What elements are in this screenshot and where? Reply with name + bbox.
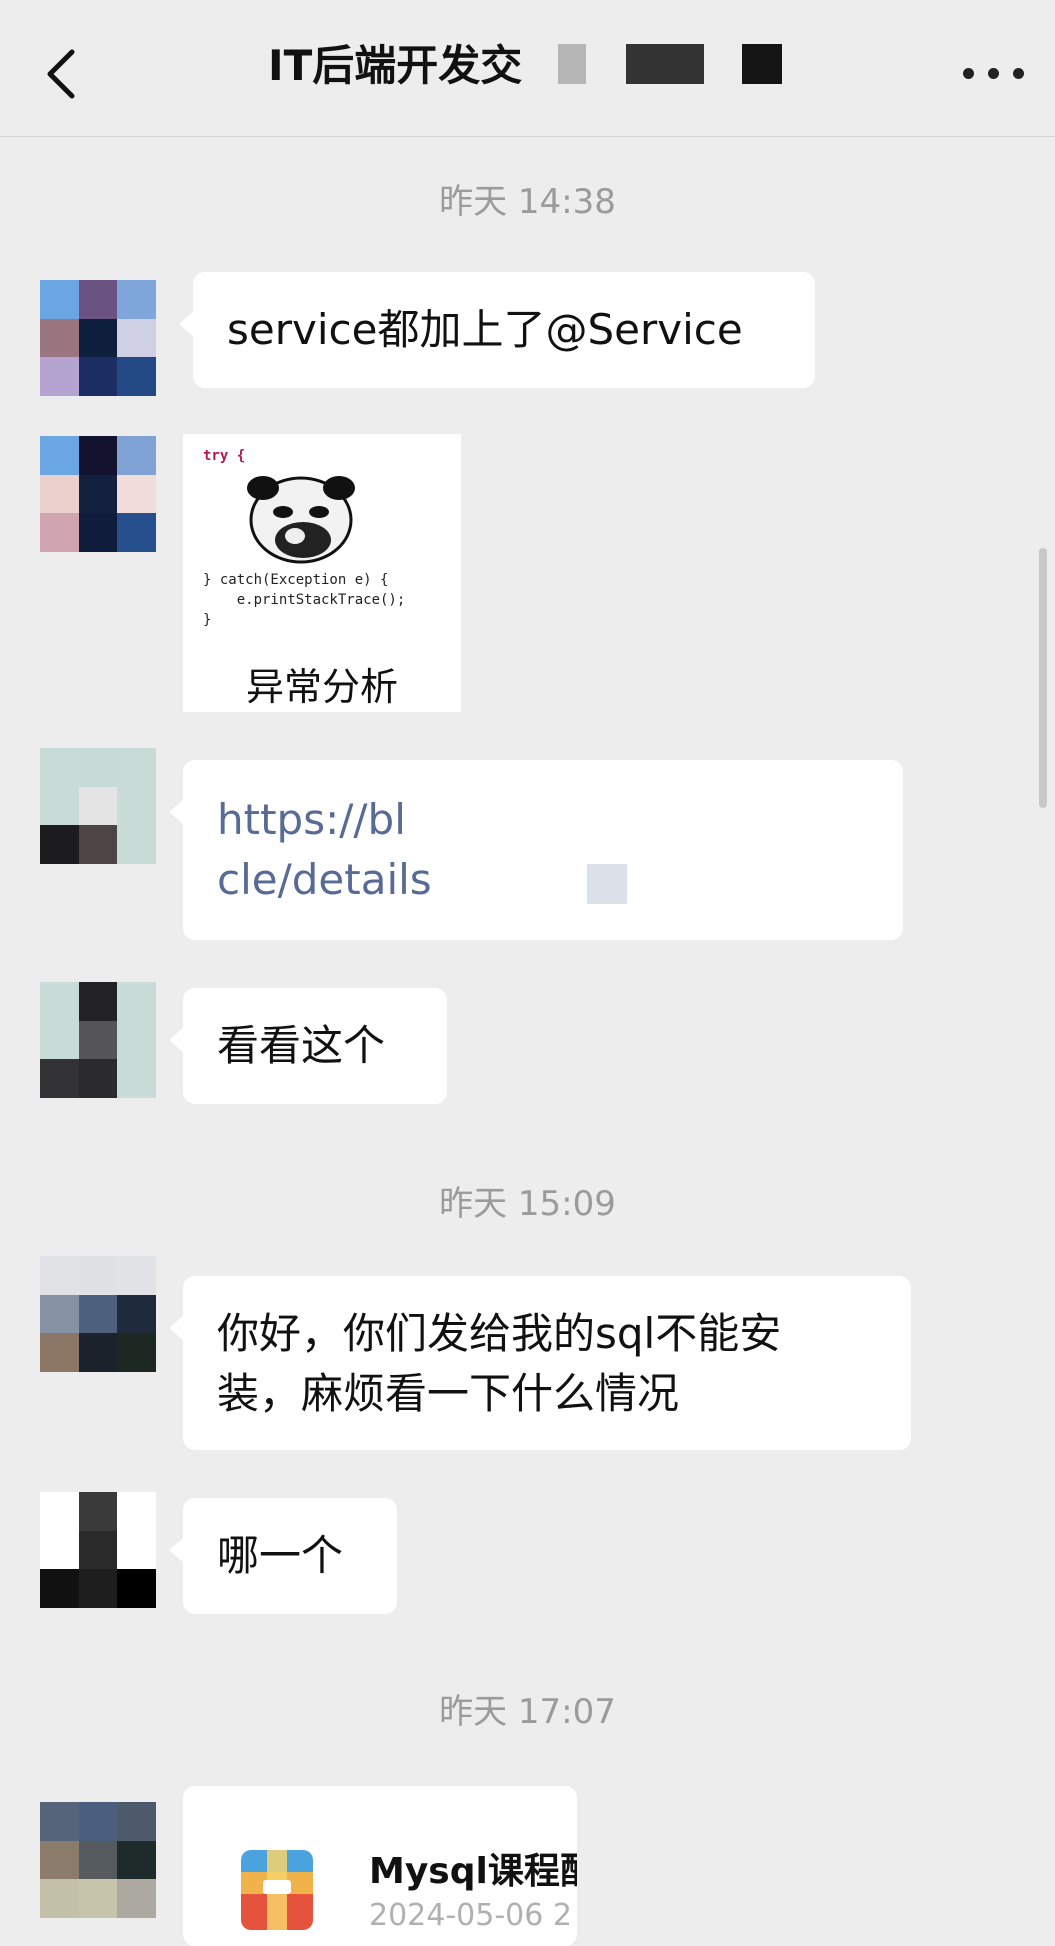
avatar[interactable] <box>40 982 156 1098</box>
timestamp: 昨天 17:07 <box>439 1692 616 1732</box>
archive-file-icon <box>241 1850 313 1930</box>
message-text: 看看这个 <box>217 1021 386 1070</box>
code-text: try { <box>203 448 246 464</box>
scrollbar[interactable] <box>1039 548 1047 808</box>
chat-title: IT后端开发交 <box>268 41 523 90</box>
chat-header: IT后端开发交 <box>0 0 1055 137</box>
more-dot <box>988 68 999 79</box>
chevron-left-icon <box>47 49 75 99</box>
avatar[interactable] <box>40 280 156 396</box>
avatar[interactable] <box>40 1802 156 1918</box>
code-line: } <box>203 612 211 628</box>
title-redaction <box>742 44 782 84</box>
message-bubble[interactable]: 你好，你们发给我的sql不能安 装，麻烦看一下什么情况 <box>169 1276 911 1450</box>
avatar[interactable] <box>40 436 156 552</box>
code-line: e.printStackTrace(); <box>203 592 406 608</box>
back-button[interactable] <box>36 44 88 104</box>
avatar[interactable] <box>40 1492 156 1608</box>
panda-meme-image <box>247 476 355 564</box>
message-bubble[interactable]: 看看这个 <box>169 988 447 1104</box>
more-dot <box>963 68 974 79</box>
link-message-bubble[interactable]: https://bl cle/details <box>169 760 903 940</box>
file-message-card[interactable]: Mysql课程配 2024-05-06 2 <box>183 1786 577 1946</box>
image-message[interactable]: try { } catch(Exception e) { e.printStac… <box>183 434 461 712</box>
timestamp: 昨天 15:09 <box>439 1184 616 1224</box>
link-redaction <box>587 864 627 904</box>
message-bubble[interactable]: service都加上了@Service <box>179 272 815 388</box>
timestamp: 昨天 14:38 <box>439 182 616 222</box>
image-caption: 异常分析 <box>245 665 398 709</box>
avatar[interactable] <box>40 1256 156 1372</box>
title-redaction <box>558 44 586 84</box>
more-dot <box>1013 68 1024 79</box>
code-text: } <box>203 612 212 628</box>
code-text: } catch(Exception e) { <box>203 572 389 588</box>
message-text: service都加上了@Service <box>227 305 743 354</box>
more-button[interactable] <box>963 62 1025 86</box>
code-line: try { <box>203 448 245 464</box>
message-text: 哪一个 <box>217 1531 344 1580</box>
message-bubble[interactable]: 哪一个 <box>169 1498 397 1614</box>
code-text: e.printStackTrace(); <box>203 592 406 608</box>
file-date: 2024-05-06 2 <box>369 1898 572 1933</box>
link-redaction <box>603 808 883 918</box>
message-text-line: 你好，你们发给我的sql不能安 <box>217 1309 782 1358</box>
code-line: } catch(Exception e) { <box>203 572 388 588</box>
message-text-line: 装，麻烦看一下什么情况 <box>217 1369 680 1418</box>
avatar[interactable] <box>40 748 156 864</box>
file-name: Mysql课程配 <box>369 1851 577 1892</box>
title-redaction <box>626 44 704 84</box>
